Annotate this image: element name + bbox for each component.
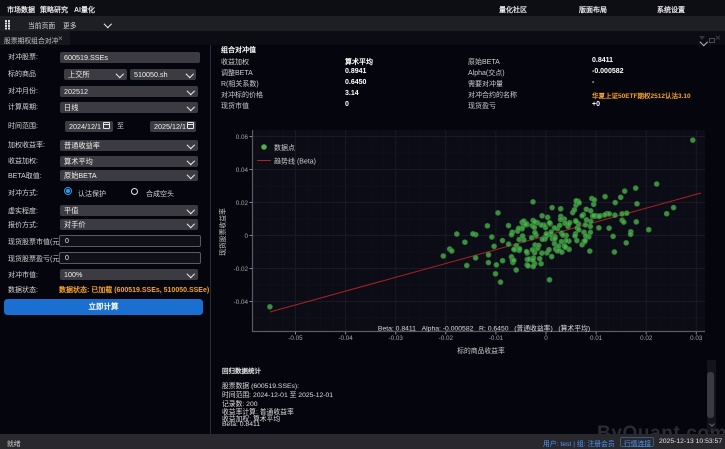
svg-text:数据点: 数据点 xyxy=(274,143,295,152)
svg-text:-0.02: -0.02 xyxy=(234,266,249,273)
svg-text:Beta: 0.8411 Alpha: -0.00058: Beta: 0.8411 Alpha: -0.000582 R: 0.6450 … xyxy=(378,324,590,333)
svg-text:0: 0 xyxy=(244,233,248,240)
svg-text:0: 0 xyxy=(544,335,548,342)
svg-text:-0.01: -0.01 xyxy=(489,335,504,342)
svg-text:0.06: 0.06 xyxy=(236,134,249,141)
svg-text:-0.03: -0.03 xyxy=(389,335,404,342)
svg-text:0.02: 0.02 xyxy=(640,335,653,342)
svg-text:0.02: 0.02 xyxy=(236,200,249,207)
svg-text:-0.05: -0.05 xyxy=(288,335,303,342)
svg-text:-0.04: -0.04 xyxy=(338,335,353,342)
svg-text:0.01: 0.01 xyxy=(590,335,603,342)
svg-text:标的商品收益率: 标的商品收益率 xyxy=(457,346,505,355)
svg-text:0.03: 0.03 xyxy=(690,335,703,342)
svg-text:-0.04: -0.04 xyxy=(234,299,249,306)
svg-text:0.04: 0.04 xyxy=(236,167,249,174)
svg-text:现货股票收益率: 现货股票收益率 xyxy=(218,208,227,256)
svg-text:-0.02: -0.02 xyxy=(439,335,454,342)
svg-text:趋势线 (Beta): 趋势线 (Beta) xyxy=(274,157,316,166)
